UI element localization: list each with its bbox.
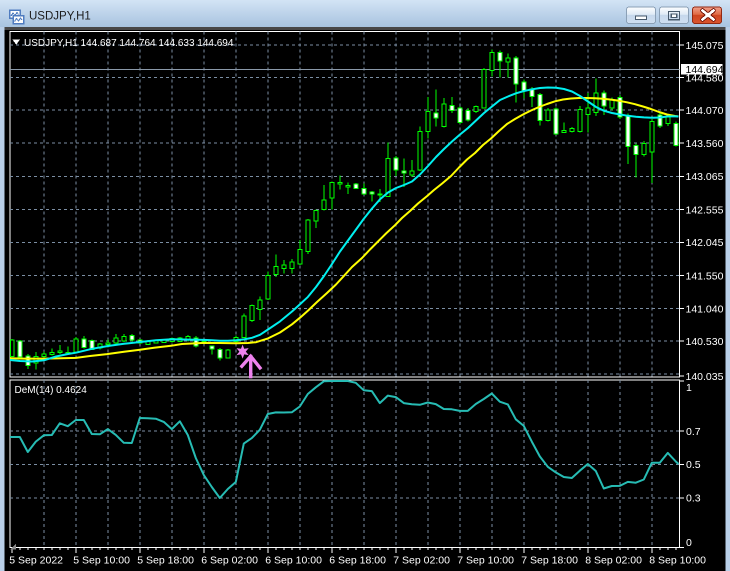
svg-text:USDJPY,H1 144.687 144.764 144.: USDJPY,H1 144.687 144.764 144.633 144.69…: [24, 38, 234, 49]
svg-text:144.694: 144.694: [686, 64, 724, 76]
svg-text:8 Sep 10:00: 8 Sep 10:00: [649, 555, 706, 567]
svg-text:DeM(14) 0.4624: DeM(14) 0.4624: [15, 385, 88, 396]
svg-text:0: 0: [686, 537, 692, 549]
svg-text:143.560: 143.560: [686, 138, 724, 150]
svg-text:143.065: 143.065: [686, 171, 724, 183]
svg-text:141.040: 141.040: [686, 303, 724, 315]
svg-text:1: 1: [686, 382, 692, 394]
svg-text:7 Sep 02:00: 7 Sep 02:00: [393, 555, 450, 567]
svg-text:0.7: 0.7: [686, 426, 701, 438]
svg-text:6 Sep 02:00: 6 Sep 02:00: [201, 555, 258, 567]
svg-text:142.045: 142.045: [686, 237, 724, 249]
svg-text:140.530: 140.530: [686, 336, 724, 348]
svg-text:145.075: 145.075: [686, 40, 724, 52]
svg-text:0.3: 0.3: [686, 493, 701, 505]
svg-text:5 Sep 10:00: 5 Sep 10:00: [73, 555, 130, 567]
svg-text:0.5: 0.5: [686, 459, 701, 471]
svg-text:7 Sep 10:00: 7 Sep 10:00: [457, 555, 514, 567]
svg-text:6 Sep 10:00: 6 Sep 10:00: [265, 555, 322, 567]
svg-text:7 Sep 18:00: 7 Sep 18:00: [521, 555, 578, 567]
svg-text:6 Sep 18:00: 6 Sep 18:00: [329, 555, 386, 567]
svg-text:144.070: 144.070: [686, 105, 724, 117]
svg-text:142.555: 142.555: [686, 204, 724, 216]
svg-text:8 Sep 02:00: 8 Sep 02:00: [585, 555, 642, 567]
svg-text:5 Sep 2022: 5 Sep 2022: [9, 555, 63, 567]
svg-text:5 Sep 18:00: 5 Sep 18:00: [137, 555, 194, 567]
svg-text:141.550: 141.550: [686, 270, 724, 282]
svg-text:USDJPY,H1: USDJPY,H1: [29, 11, 91, 23]
